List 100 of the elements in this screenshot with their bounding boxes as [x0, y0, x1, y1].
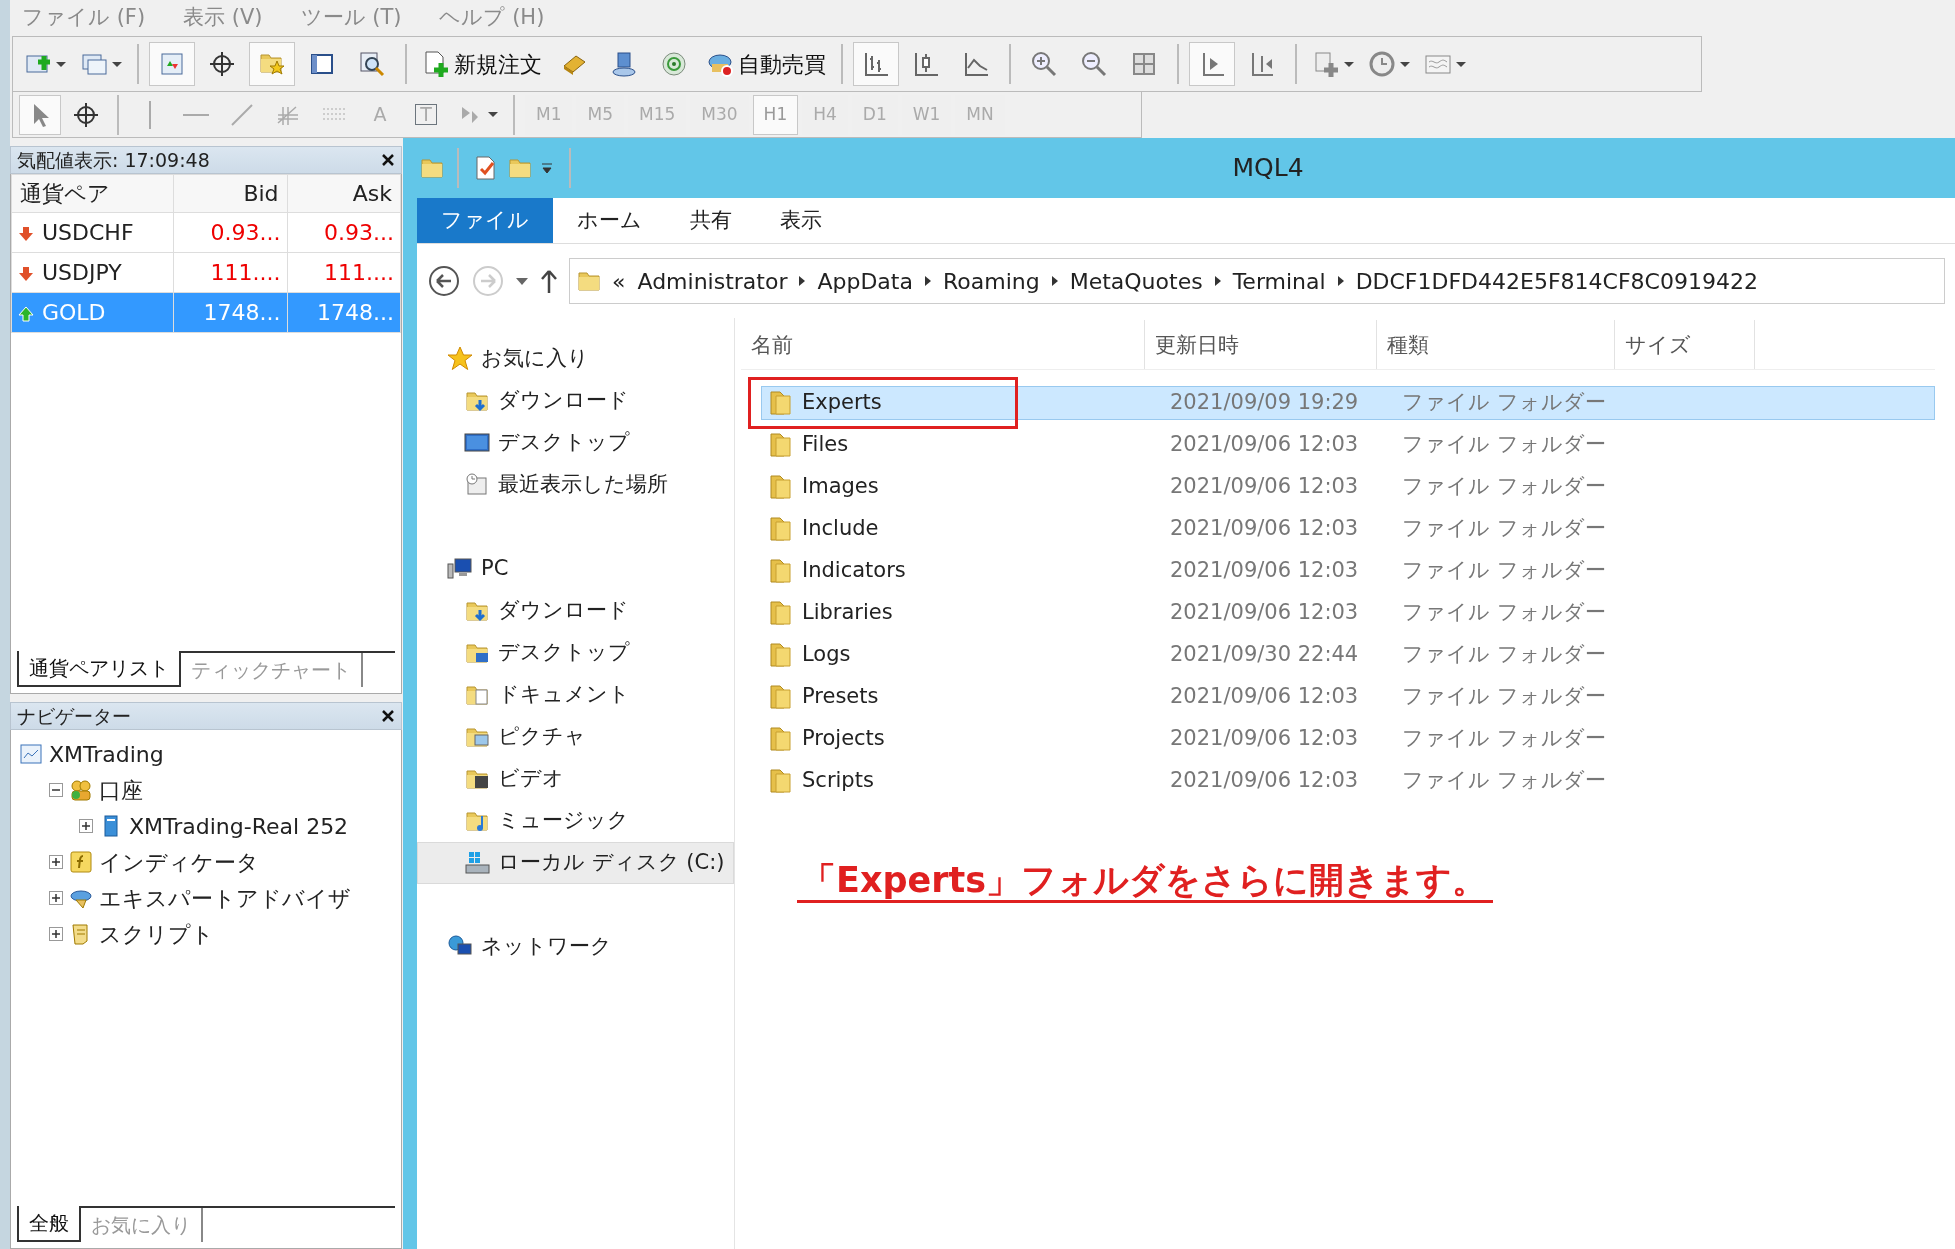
file-name[interactable]: Logs: [802, 639, 851, 671]
drive-icon: [464, 850, 490, 876]
file-name[interactable]: Libraries: [802, 597, 893, 629]
folder-icon: [768, 432, 792, 458]
ribbon-tab[interactable]: ファイル: [417, 198, 553, 243]
annotation-text: 「Experts」フォルダをさらに開きます。: [797, 860, 1494, 904]
toolbar-button[interactable]: [853, 42, 899, 86]
tree-item[interactable]: XMTrading: [49, 737, 164, 771]
zoom-in-icon: [1030, 50, 1058, 78]
column-header[interactable]: サイズ: [1615, 320, 1755, 369]
date-cell-text: 2021/09/30 22:44: [1169, 641, 1360, 669]
expand-icon[interactable]: [49, 891, 63, 905]
recent-places-icon: [464, 472, 490, 498]
file-name[interactable]: Experts: [802, 387, 882, 419]
date-cell-text: 2021/09/06 12:03: [1169, 431, 1360, 459]
file-name[interactable]: Projects: [802, 723, 885, 755]
type-cell-text: ファイル フォルダー: [1401, 557, 1607, 585]
back-icon: [427, 264, 461, 298]
address-bar[interactable]: « Administrator AppData Roaming MetaQuotes Terminal DDCF1DFD442E5F814CF8C0919422: [569, 258, 1945, 304]
breadcrumb-separator[interactable]: «: [612, 264, 626, 298]
column-header[interactable]: 更新日時: [1145, 320, 1377, 369]
tree-item[interactable]: インディケータ: [99, 845, 259, 879]
column-header[interactable]: 種類: [1377, 320, 1615, 369]
dropdown-icon: [515, 276, 529, 286]
file-name[interactable]: Include: [802, 513, 879, 545]
breadcrumb-item[interactable]: DDCF1DFD442E5F814CF8C0919422: [1355, 264, 1758, 298]
nav-item[interactable]: お気に入り: [481, 343, 589, 375]
breadcrumb-item[interactable]: Terminal: [1232, 264, 1326, 298]
toolbar-button[interactable]: 自動売買: [701, 42, 831, 86]
symbol-cell[interactable]: USDCHF: [11, 212, 174, 253]
signal-icon: [660, 50, 688, 78]
type-cell-text: ファイル フォルダー: [1401, 683, 1607, 711]
file-name[interactable]: Files: [802, 429, 849, 461]
date-cell-text: 2021/09/06 12:03: [1169, 683, 1360, 711]
nav-item[interactable]: ダウンロード: [498, 385, 629, 417]
type-cell-text: ファイル フォルダー: [1401, 473, 1607, 501]
type-cell-text: ファイル フォルダー: [1401, 431, 1607, 459]
nav-item[interactable]: デスクトップ: [498, 427, 630, 459]
panel-tab[interactable]: 全般: [17, 1206, 81, 1242]
breadcrumb-item[interactable]: Roaming: [942, 264, 1040, 298]
tile-windows-icon: [1130, 50, 1158, 78]
expand-icon[interactable]: [49, 855, 63, 869]
nav-item[interactable]: ネットワーク: [481, 931, 612, 963]
column-header[interactable]: Bid: [173, 174, 288, 213]
date-cell-text: 2021/09/06 12:03: [1169, 767, 1360, 795]
price-cell: 0.93...: [287, 212, 401, 253]
panel-title: ナビゲーター: [17, 703, 131, 729]
panel-tab[interactable]: 通貨ペアリスト: [17, 651, 181, 687]
date-cell-text: 2021/09/09 19:29: [1169, 389, 1360, 417]
toolbar-button[interactable]: 新規注文: [417, 42, 547, 86]
folder-icon: [768, 516, 792, 542]
nav-item[interactable]: ダウンロード: [498, 595, 629, 627]
nav-item[interactable]: ビデオ: [498, 763, 564, 795]
vertical-line-icon: [148, 100, 152, 129]
tree-item[interactable]: XMTrading-Real 252: [129, 809, 349, 843]
price-cell: 111....: [173, 252, 288, 293]
symbol-cell[interactable]: USDJPY: [11, 252, 174, 293]
tree-item[interactable]: 口座: [99, 773, 143, 807]
price-cell: 1748...: [287, 292, 401, 333]
type-cell-text: ファイル フォルダー: [1401, 725, 1607, 753]
file-name[interactable]: Scripts: [802, 765, 874, 797]
type-cell-text: ファイル フォルダー: [1401, 767, 1607, 795]
collapse-icon[interactable]: [49, 783, 63, 797]
horizontal-line-icon: [183, 112, 209, 117]
close-icon[interactable]: [381, 709, 395, 723]
file-name[interactable]: Images: [802, 471, 879, 503]
breadcrumb-item[interactable]: AppData: [817, 264, 913, 298]
tree-item[interactable]: スクリプト: [99, 917, 214, 951]
nav-item[interactable]: 最近表示した場所: [498, 469, 668, 501]
nav-item[interactable]: ピクチャ: [498, 721, 586, 753]
breadcrumb-item[interactable]: Administrator: [637, 264, 788, 298]
clock-icon: [1368, 50, 1396, 78]
column-header[interactable]: 名前: [741, 320, 1145, 369]
breadcrumb-item[interactable]: MetaQuotes: [1069, 264, 1203, 298]
zoom-out-icon: [1080, 50, 1108, 78]
expand-icon[interactable]: [49, 927, 63, 941]
folder-icon: [768, 642, 792, 668]
nav-item[interactable]: PC: [481, 553, 509, 585]
date-cell-text: 2021/09/06 12:03: [1169, 473, 1360, 501]
column-header[interactable]: Ask: [287, 174, 401, 213]
tree-item[interactable]: エキスパートアドバイザ: [99, 881, 351, 915]
file-name[interactable]: Indicators: [802, 555, 906, 587]
crosshair-icon: [208, 50, 236, 78]
file-name[interactable]: Presets: [802, 681, 879, 713]
column-header[interactable]: 通貨ペア: [11, 174, 174, 213]
forward-icon: [471, 264, 505, 298]
nav-item[interactable]: デスクトップ: [498, 637, 630, 669]
date-cell-text: 2021/09/06 12:03: [1169, 725, 1360, 753]
close-icon[interactable]: [381, 153, 395, 167]
nav-item[interactable]: ドキュメント: [498, 679, 630, 711]
type-cell-text: ファイル フォルダー: [1401, 599, 1607, 627]
type-cell-text: ファイル フォルダー: [1401, 515, 1607, 543]
type-cell-text: ファイル フォルダー: [1401, 389, 1607, 417]
folder-icon: [768, 768, 792, 794]
function-icon: [69, 850, 93, 874]
nav-item[interactable]: ミュージック: [498, 805, 629, 837]
folder-icon: [768, 600, 792, 626]
expand-icon[interactable]: [79, 819, 93, 833]
crosshair-icon: [72, 100, 100, 129]
price-cell: 0.93...: [173, 212, 288, 253]
